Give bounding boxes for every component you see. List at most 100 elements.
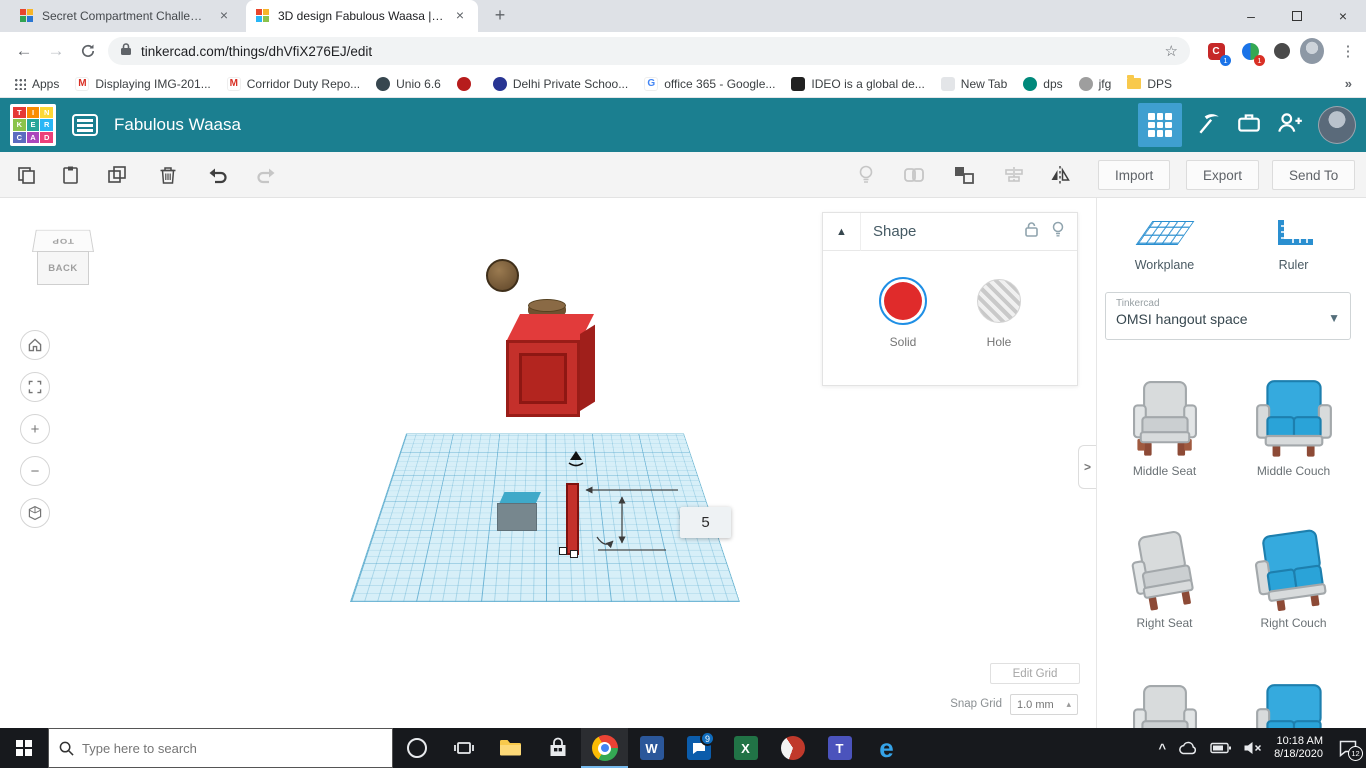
bookmark-item[interactable]: M Corridor Duty Repo... <box>226 76 360 91</box>
tab-close-icon[interactable]: × <box>216 8 232 24</box>
home-view-icon[interactable] <box>20 330 50 360</box>
shape-item-middle-seat[interactable]: Middle Seat <box>1100 376 1229 478</box>
fit-view-icon[interactable] <box>20 372 50 402</box>
battery-icon[interactable] <box>1210 741 1232 755</box>
extension-icon-3[interactable] <box>1270 39 1294 63</box>
taskbar-search-box[interactable] <box>48 728 393 768</box>
search-input[interactable] <box>82 740 362 756</box>
bookmark-folder-dps[interactable]: DPS <box>1127 75 1172 91</box>
teams-icon[interactable]: T <box>816 728 863 768</box>
perspective-toggle-icon[interactable] <box>20 498 50 528</box>
brown-sphere-shape[interactable] <box>486 259 519 292</box>
bricks-mode-icon[interactable] <box>1196 110 1222 141</box>
close-button[interactable]: × <box>1320 0 1366 32</box>
raise-handle-icon[interactable] <box>565 451 587 472</box>
action-center-icon[interactable]: 12 <box>1338 739 1363 761</box>
copy-icon[interactable] <box>8 158 44 192</box>
shape-category-dropdown[interactable]: Tinkercad OMSI hangout space ▼ <box>1105 292 1351 340</box>
lock-icon[interactable] <box>1024 221 1039 243</box>
scale-handle[interactable] <box>570 550 578 558</box>
delete-icon[interactable] <box>150 158 186 192</box>
shape-item-partial[interactable] <box>1229 680 1358 728</box>
zoom-in-icon[interactable]: + <box>20 414 50 444</box>
shape-item-middle-couch[interactable]: Middle Couch <box>1229 376 1358 478</box>
paste-icon[interactable] <box>52 158 88 192</box>
duplicate-icon[interactable] <box>100 158 136 192</box>
ruler-tool[interactable]: Ruler <box>1229 216 1358 272</box>
ungroup-icon[interactable] <box>946 158 982 192</box>
align-icon[interactable] <box>996 158 1032 192</box>
zoom-out-icon[interactable]: − <box>20 456 50 486</box>
account-avatar[interactable] <box>1318 106 1356 144</box>
chrome-icon[interactable] <box>581 728 628 768</box>
invite-person-icon[interactable] <box>1276 110 1304 141</box>
url-omnibox[interactable]: tinkercad.com/things/dhVfiX276EJ/edit ☆ <box>108 37 1190 65</box>
bookmark-item[interactable]: Delhi Private Schoo... <box>492 76 628 91</box>
bookmark-item[interactable]: jfg <box>1078 76 1111 91</box>
bookmark-item[interactable]: IDEO is a global de... <box>791 76 925 91</box>
redo-icon[interactable] <box>248 158 284 192</box>
hide-bulb-icon[interactable] <box>1051 221 1065 243</box>
taskbar-clock[interactable]: 10:18 AM 8/18/2020 <box>1274 735 1323 761</box>
new-tab-button[interactable]: + <box>486 2 514 30</box>
reload-icon[interactable] <box>74 37 102 65</box>
selected-red-bar-shape[interactable] <box>566 483 579 555</box>
design-menu-icon[interactable] <box>72 114 98 136</box>
back-icon[interactable]: ← <box>10 37 38 65</box>
task-view-icon[interactable] <box>440 728 487 768</box>
bookmark-item[interactable]: dps <box>1023 76 1063 91</box>
bookmark-item[interactable]: New Tab <box>940 76 1007 91</box>
scale-handle[interactable] <box>559 547 567 555</box>
send-to-button[interactable]: Send To <box>1272 160 1356 190</box>
file-explorer-icon[interactable] <box>487 728 534 768</box>
undo-icon[interactable] <box>200 158 236 192</box>
view-cube-top-face[interactable]: TOP <box>32 229 94 252</box>
start-button[interactable] <box>0 728 48 768</box>
tinkercad-logo[interactable]: TIN KER CAD <box>10 104 56 146</box>
app-icon-round[interactable] <box>769 728 816 768</box>
view-cube-back-face[interactable]: BACK <box>37 251 89 285</box>
design-title[interactable]: Fabulous Waasa <box>114 115 241 135</box>
browser-menu-kebab-icon[interactable]: ⋮ <box>1334 37 1362 65</box>
tray-expand-chevron-icon[interactable]: ^ <box>1158 741 1166 756</box>
word-icon[interactable]: W <box>628 728 675 768</box>
export-button[interactable]: Export <box>1186 160 1260 190</box>
panel-collapse-icon[interactable]: ▲ <box>823 212 861 251</box>
shape-item-right-couch[interactable]: Right Couch <box>1229 528 1358 630</box>
bookmark-item[interactable]: M Displaying IMG-201... <box>75 76 211 91</box>
tab-close-icon[interactable]: × <box>452 8 468 24</box>
bookmark-item[interactable]: Unio 6.6 <box>376 76 441 91</box>
red-box-side-face[interactable] <box>580 324 595 411</box>
bookmark-apps[interactable]: Apps <box>14 77 59 91</box>
edge-icon[interactable]: e <box>863 728 910 768</box>
shape-item-right-seat[interactable]: Right Seat <box>1100 528 1229 630</box>
import-button[interactable]: Import <box>1098 160 1171 190</box>
excel-icon[interactable]: X <box>722 728 769 768</box>
mirror-flip-icon[interactable] <box>1042 158 1078 192</box>
cortana-icon[interactable] <box>393 728 440 768</box>
volume-muted-icon[interactable] <box>1243 740 1263 756</box>
sidebar-collapse-chevron-icon[interactable]: > <box>1078 445 1096 489</box>
view-cube[interactable]: TOP BACK <box>30 220 96 302</box>
show-all-bulb-icon[interactable] <box>848 158 884 192</box>
forward-icon[interactable]: → <box>42 37 70 65</box>
bookmark-icon-only[interactable] <box>456 76 477 91</box>
briefcase-icon[interactable] <box>1236 110 1262 141</box>
dimension-value-input[interactable]: 5 <box>680 507 731 538</box>
design-canvas[interactable]: TOP BACK + − 5 ▲ Shape Solid Hole Edit G… <box>0 198 1096 728</box>
bookmarks-overflow-chevron-icon[interactable]: » <box>1345 76 1352 91</box>
blocks-mode-button[interactable] <box>1138 103 1182 147</box>
red-box-shape[interactable] <box>506 340 580 417</box>
solid-swatch-selected[interactable] <box>879 277 927 325</box>
cabinet-shape[interactable] <box>497 503 537 531</box>
maximize-button[interactable] <box>1274 0 1320 32</box>
profile-avatar[interactable] <box>1300 38 1324 64</box>
snap-grid-select[interactable]: 1.0 mm ▴ <box>1010 694 1078 715</box>
microsoft-store-icon[interactable] <box>534 728 581 768</box>
onedrive-cloud-icon[interactable] <box>1177 740 1199 756</box>
extension-icon-1[interactable]: C 1 <box>1204 39 1231 66</box>
hole-swatch[interactable] <box>975 277 1023 325</box>
bookmark-star-icon[interactable]: ☆ <box>1165 42 1178 60</box>
group-icon[interactable] <box>896 158 932 192</box>
browser-tab-1[interactable]: Secret Compartment Challenge - × <box>10 0 242 32</box>
